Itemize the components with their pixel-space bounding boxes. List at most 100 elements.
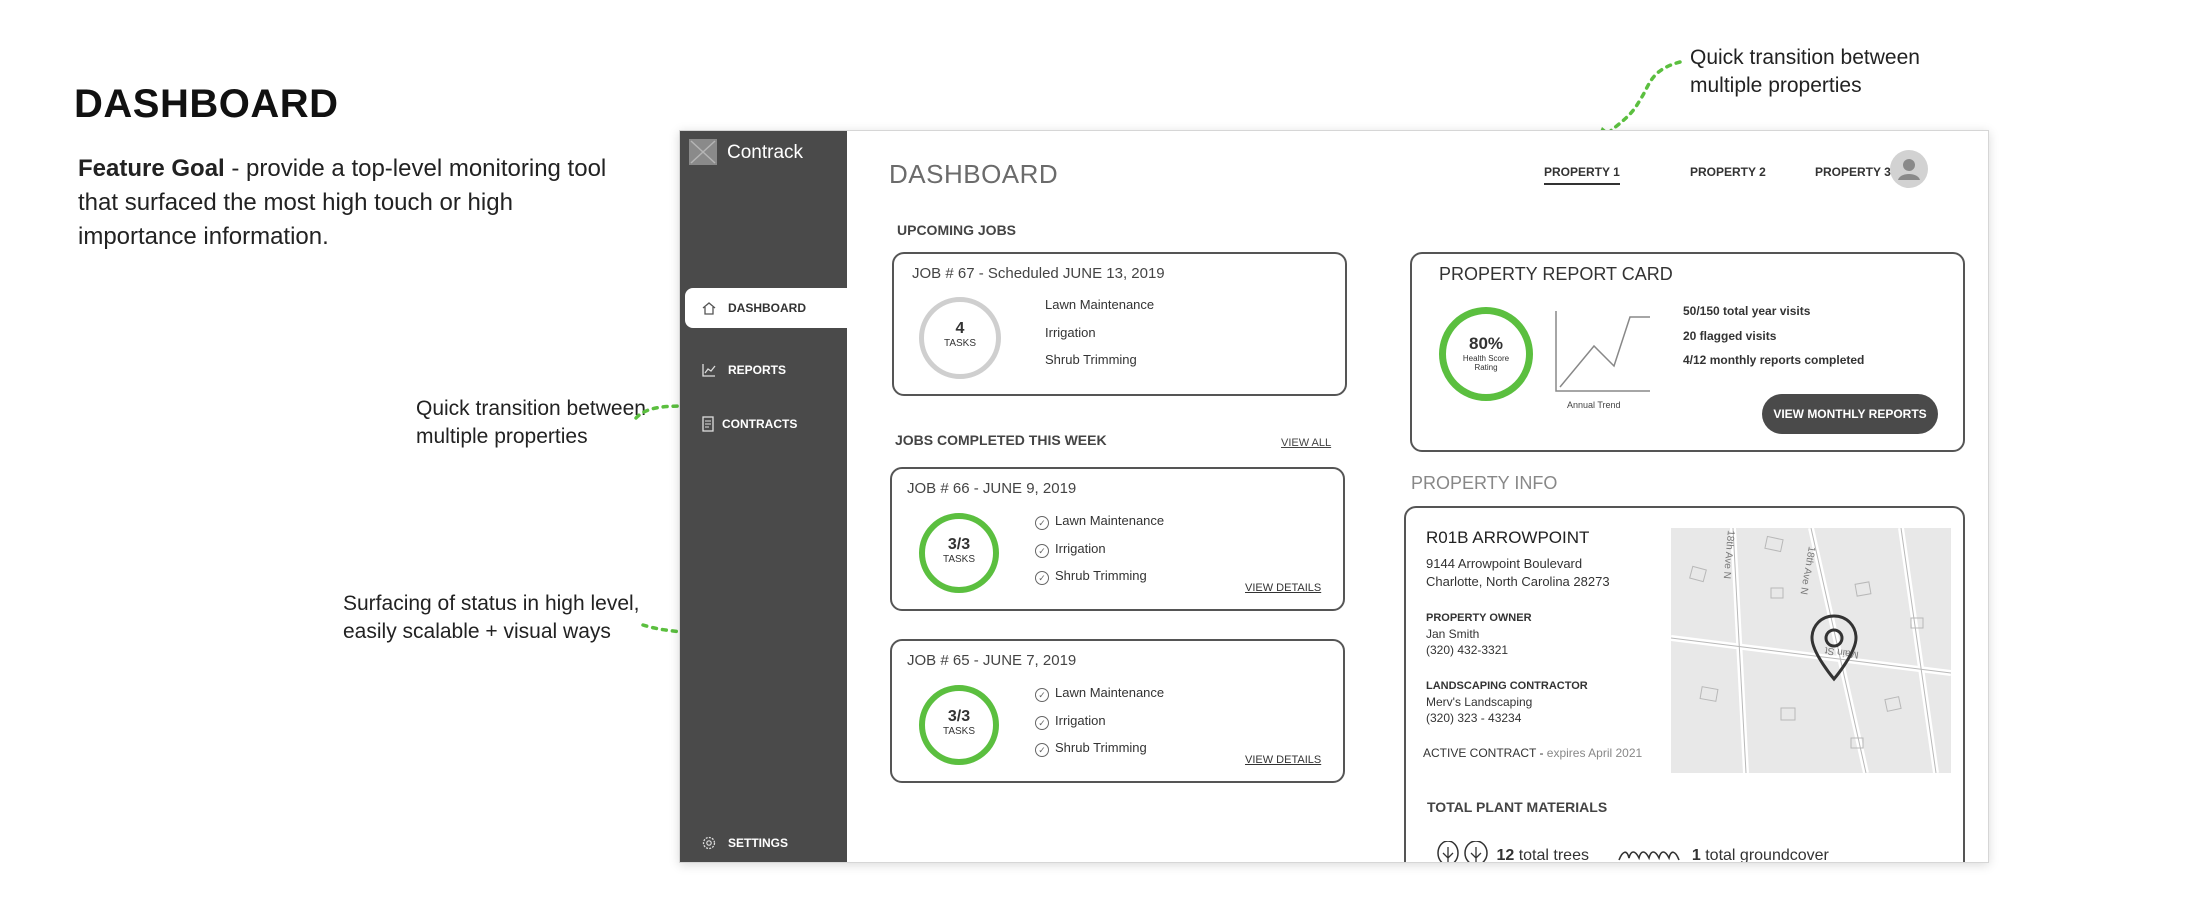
report-card: PROPERTY REPORT CARD 80% Health Score Ra… [1410,252,1965,452]
user-icon [1898,159,1920,180]
task-unit: TASKS [942,554,976,565]
check-icon: ✓ [1035,743,1049,757]
health-score-label: Health Score [1462,354,1510,363]
job-title: JOB # 67 - Scheduled JUNE 13, 2019 [912,265,1165,282]
sidebar-item-label: CONTRACTS [722,417,798,431]
check-icon: ✓ [1035,516,1049,530]
health-score-ring: 80% Health Score Rating [1439,307,1533,401]
check-icon: ✓ [1035,716,1049,730]
task-unit: TASKS [942,726,976,737]
tree-icon [1437,840,1488,862]
view-details-link[interactable]: VIEW DETAILS [1245,582,1321,594]
task-item: ✓ Lawn Maintenance [1035,685,1164,702]
view-details-link[interactable]: VIEW DETAILS [1245,754,1321,766]
sidebar-item-label: REPORTS [728,363,787,377]
contractor-label: LANDSCAPING CONTRACTOR [1426,680,1588,692]
view-monthly-reports-button[interactable]: VIEW MONTHLY REPORTS [1762,394,1938,434]
groundcover-icon [1618,851,1681,861]
contractor-phone: (320) 323 - 43234 [1426,711,1522,725]
job-title: JOB # 66 - JUNE 9, 2019 [907,480,1077,497]
groundcover-label: total groundcover [1705,847,1829,863]
document-icon [702,416,714,432]
task-count-ring: 3/3 TASKS [919,513,999,593]
check-icon: ✓ [1035,544,1049,558]
trees-label: total trees [1518,847,1589,863]
task-item: ✓ Irrigation [1035,713,1106,730]
upcoming-jobs-label: UPCOMING JOBS [897,222,1017,238]
sidebar-item-dashboard[interactable]: DASHBOARD [685,288,847,328]
task-count: 4 [955,320,965,337]
plant-totals: 12 total trees 1 total groundcover [1436,840,1829,863]
map-street-label: 18th Ave N [1798,545,1817,595]
completed-job-card[interactable]: JOB # 65 - JUNE 7, 2019 3/3 TASKS ✓ Lawn … [890,639,1345,783]
home-icon [702,302,716,315]
task-count-ring: 3/3 TASKS [919,685,999,765]
sidebar: Contrack DASHBOARD REPORTS CONTRACTS SET… [680,131,847,862]
contract-expiry: expires April 2021 [1543,746,1643,760]
sidebar-item-settings[interactable]: SETTINGS [680,826,847,860]
plant-materials-label: TOTAL PLANT MATERIALS [1427,799,1608,815]
task-item: Shrub Trimming [1045,352,1137,367]
feature-goal-label: Feature Goal [78,155,225,182]
annotation-left-lower: Surfacing of status in high level, easil… [343,592,640,643]
avatar[interactable] [1890,150,1928,188]
check-icon: ✓ [1035,688,1049,702]
groundcover-count: 1 [1691,847,1701,863]
job-title: JOB # 65 - JUNE 7, 2019 [907,652,1077,669]
stat-monthly-reports: 4/12 monthly reports completed [1683,353,1865,367]
location-pin-icon [1810,614,1858,682]
task-item: Lawn Maintenance [1045,297,1155,312]
owner-label: PROPERTY OWNER [1426,612,1532,624]
upcoming-job-card[interactable]: JOB # 67 - Scheduled JUNE 13, 2019 4 TAS… [892,252,1347,396]
tab-property-3[interactable]: PROPERTY 3 [1815,165,1891,179]
task-item: ✓ Lawn Maintenance [1035,513,1164,530]
health-score-value: 80% [1468,334,1504,353]
report-card-title: PROPERTY REPORT CARD [1439,264,1673,284]
completed-job-card[interactable]: JOB # 66 - JUNE 9, 2019 3/3 TASKS ✓ Lawn … [890,467,1345,611]
arrow-top-path [1603,60,1682,138]
task-item: ✓ Shrub Trimming [1035,568,1147,585]
sidebar-item-reports[interactable]: REPORTS [680,353,847,387]
stat-flagged-visits: 20 flagged visits [1683,329,1777,343]
property-name: R01B ARROWPOINT [1426,528,1590,547]
jobs-completed-label: JOBS COMPLETED THIS WEEK [895,432,1107,448]
sidebar-item-label: DASHBOARD [728,301,806,315]
logo-icon [689,139,717,165]
chart-icon [702,364,716,377]
property-map[interactable]: 18th Ave N 18th Ave N Main St [1671,528,1951,773]
view-all-link[interactable]: VIEW ALL [1281,437,1331,449]
property-info-card: R01B ARROWPOINT 9144 Arrowpoint Boulevar… [1404,506,1965,863]
dashboard-title: DASHBOARD [889,159,1059,189]
brand-name: Contrack [727,142,804,163]
sidebar-item-label: SETTINGS [728,836,789,850]
owner-phone: (320) 432-3321 [1426,643,1509,657]
feature-goal: Feature Goal - provide a top-level monit… [78,152,638,254]
tab-property-1[interactable]: PROPERTY 1 [1544,165,1620,185]
gear-icon [702,836,716,850]
task-count: 3/3 [947,708,971,725]
trees-count: 12 [1496,847,1515,863]
annotation-top-right: Quick transition between multiple proper… [1690,46,1920,97]
task-count-ring: 4 TASKS [919,297,1001,379]
owner-name: Jan Smith [1426,627,1480,641]
address-line-1: 9144 Arrowpoint Boulevard [1426,556,1583,571]
page-heading: DASHBOARD [74,82,339,126]
annual-trend-label: Annual Trend [1567,400,1621,410]
task-item: ✓ Shrub Trimming [1035,740,1147,757]
task-item: Irrigation [1045,325,1096,340]
check-icon: ✓ [1035,571,1049,585]
app-window: Contrack DASHBOARD REPORTS CONTRACTS SET… [679,130,1989,863]
property-info-label: PROPERTY INFO [1411,473,1558,493]
address-line-2: Charlotte, North Carolina 28273 [1426,574,1610,589]
annotation-left-middle: Quick transition between multiple proper… [416,397,646,448]
sidebar-item-contracts[interactable]: CONTRACTS [680,407,847,441]
task-count: 3/3 [947,536,971,553]
tab-property-2[interactable]: PROPERTY 2 [1690,165,1766,179]
contractor-name: Merv's Landscaping [1426,695,1533,709]
main-content: DASHBOARD PROPERTY 1 PROPERTY 2 PROPERTY… [847,131,1988,862]
task-unit: TASKS [943,338,977,349]
annual-trend-chart [1555,311,1650,392]
active-contract-label: ACTIVE CONTRACT - [1423,746,1544,760]
stat-total-visits: 50/150 total year visits [1683,304,1811,318]
active-contract: ACTIVE CONTRACT - expires April 2021 [1423,746,1642,760]
